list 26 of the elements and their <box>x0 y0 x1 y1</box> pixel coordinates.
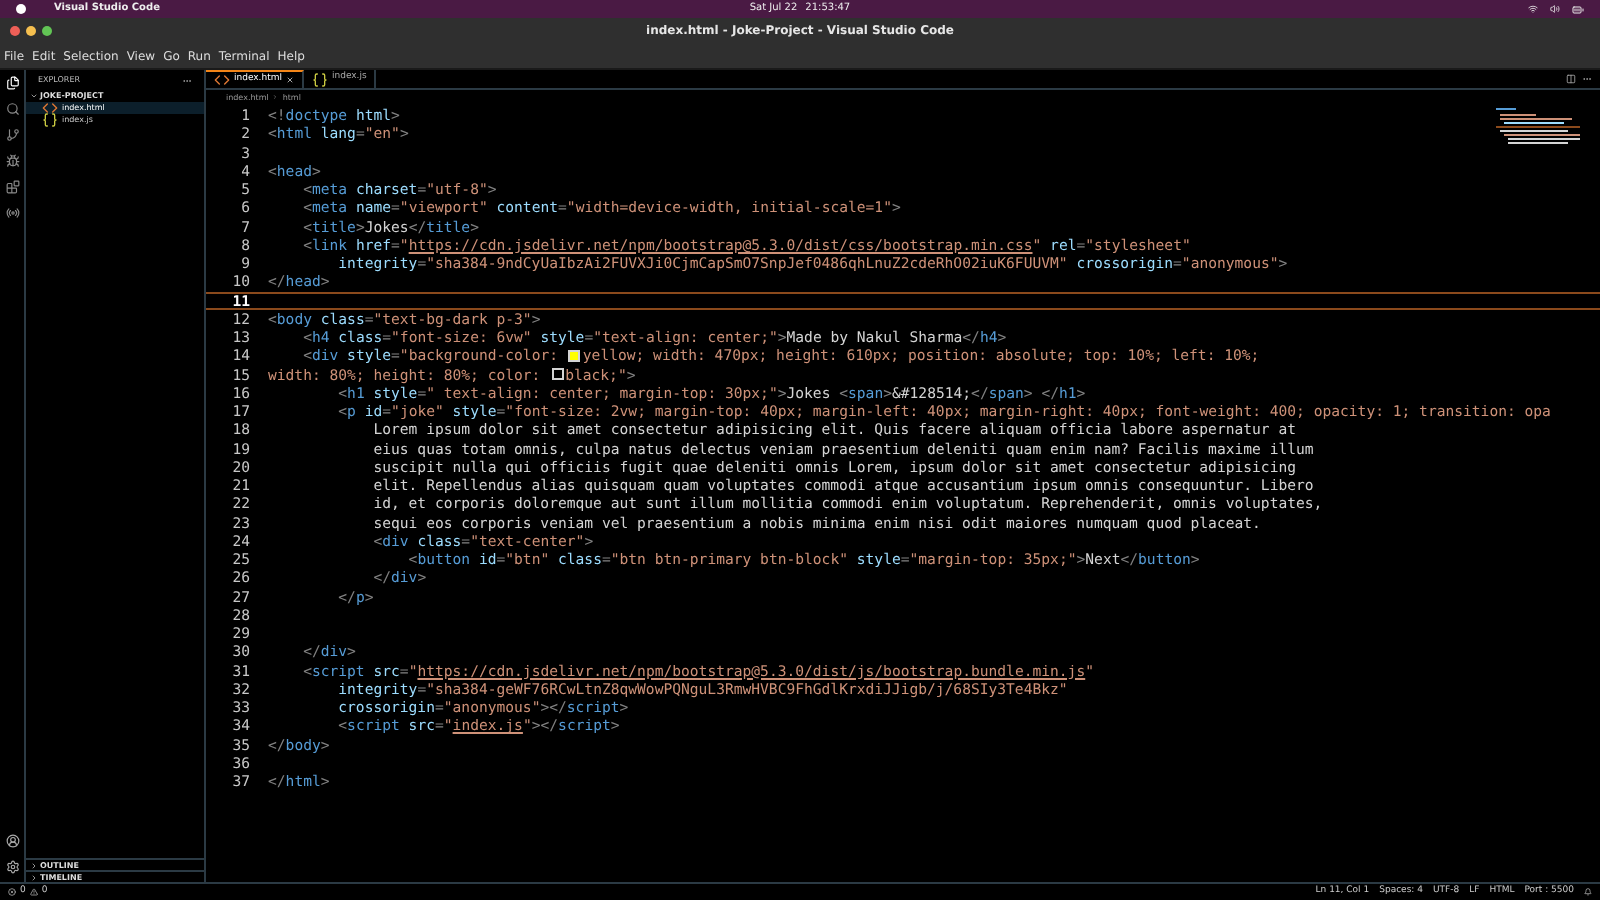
color-swatch-icon[interactable] <box>551 368 564 381</box>
broadcast-icon[interactable] <box>5 206 19 220</box>
bell-icon[interactable] <box>1584 888 1592 896</box>
minimize-window-button[interactable] <box>26 26 36 36</box>
code-icon <box>42 100 58 116</box>
minimap-drawing[interactable] <box>1496 108 1580 144</box>
code-icon <box>214 72 230 88</box>
warning-icon[interactable] <box>29 888 38 896</box>
battery-icon[interactable] <box>1572 3 1584 15</box>
maximize-window-button[interactable] <box>42 26 52 36</box>
files-icon[interactable] <box>5 76 19 90</box>
search-icon[interactable] <box>5 102 19 116</box>
error-icon[interactable] <box>8 888 16 896</box>
account-icon[interactable] <box>5 834 19 848</box>
wifi-icon[interactable] <box>1528 4 1538 14</box>
volume-icon[interactable] <box>1550 4 1560 14</box>
bug-icon[interactable] <box>5 154 19 168</box>
split-editor-icon[interactable] <box>1566 74 1576 84</box>
braces-icon <box>42 112 58 128</box>
branch-icon[interactable] <box>5 128 19 142</box>
braces-icon <box>312 71 328 87</box>
settings-icon[interactable] <box>5 860 19 874</box>
blocks-icon[interactable] <box>5 180 19 194</box>
color-swatch-icon[interactable] <box>568 349 581 362</box>
activities-icon[interactable] <box>16 4 26 14</box>
close-window-button[interactable] <box>10 26 20 36</box>
